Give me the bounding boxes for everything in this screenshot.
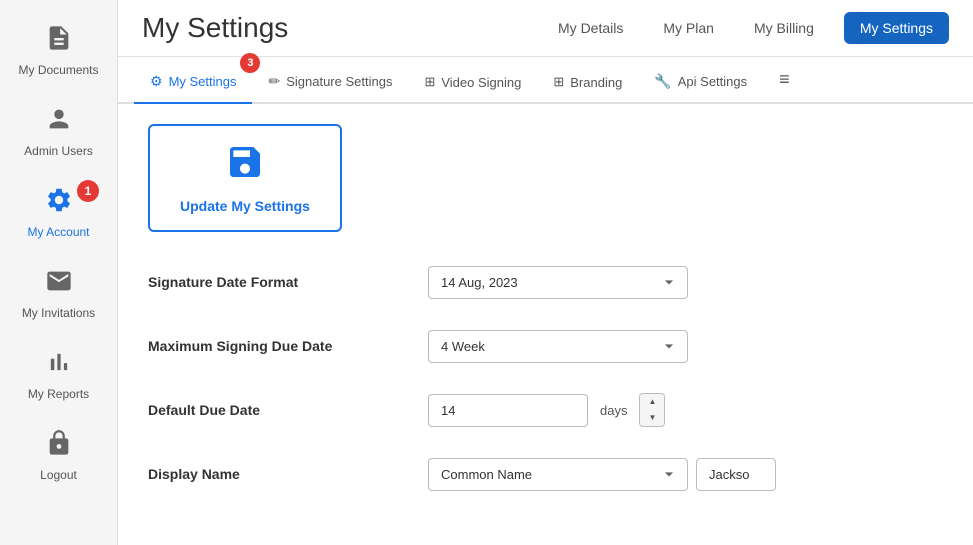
tab-signature-settings[interactable]: ✏ Signature Settings	[252, 61, 408, 104]
video-tab-icon: ⊞	[424, 74, 435, 90]
form-row-display-name: Display Name Common Name Full Name Usern…	[148, 452, 943, 496]
sidebar-label-my-documents: My Documents	[18, 63, 98, 77]
main-content: My Settings My Details My Plan My Billin…	[118, 0, 973, 545]
label-signature-date-format: Signature Date Format	[148, 274, 428, 290]
api-tab-icon: 🔧	[654, 73, 671, 90]
badge-1: 1	[77, 180, 99, 202]
spinner-up[interactable]: ▲	[640, 394, 664, 410]
days-suffix: days	[596, 403, 631, 418]
sidebar-item-logout[interactable]: Logout	[0, 415, 117, 496]
sidebar-item-admin-users[interactable]: Admin Users	[0, 91, 117, 172]
sidebar-label-my-invitations: My Invitations	[22, 306, 95, 320]
select-maximum-signing-due-date[interactable]: 4 Week 1 Week 2 Week 8 Week	[428, 330, 688, 363]
sidebar-item-my-invitations[interactable]: My Invitations	[0, 253, 117, 334]
control-maximum-signing-due-date: 4 Week 1 Week 2 Week 8 Week	[428, 330, 688, 363]
sidebar-item-my-reports[interactable]: My Reports	[0, 334, 117, 415]
my-account-icon	[45, 186, 73, 221]
spinner-control: ▲ ▼	[639, 393, 665, 427]
sidebar-label-my-reports: My Reports	[28, 387, 89, 401]
logout-icon	[45, 429, 73, 464]
header-nav: My Details My Plan My Billing My Setting…	[548, 12, 949, 44]
tab-branding[interactable]: ⊞ Branding	[537, 62, 638, 104]
my-reports-icon	[45, 348, 73, 383]
sidebar-item-my-account[interactable]: 1 My Account	[0, 172, 117, 253]
branding-tab-icon: ⊞	[553, 74, 564, 90]
tab-signature-settings-label: Signature Settings	[286, 74, 392, 89]
sidebar-item-my-documents[interactable]: My Documents	[0, 10, 117, 91]
my-invitations-icon	[45, 267, 73, 302]
tab-my-settings-label: My Settings	[169, 74, 237, 89]
sidebar-label-logout: Logout	[40, 468, 77, 482]
document-icon	[45, 24, 73, 59]
nav-my-settings[interactable]: My Settings	[844, 12, 949, 44]
nav-my-plan[interactable]: My Plan	[653, 14, 724, 42]
tab-bar: ⚙ My Settings 3 ✏ Signature Settings ⊞ V…	[118, 57, 973, 104]
update-button-label: Update My Settings	[180, 198, 310, 214]
control-signature-date-format: 14 Aug, 2023 08/14/2023 2023-08-14	[428, 266, 688, 299]
update-settings-button[interactable]: Update My Settings	[148, 124, 342, 232]
spinner-down[interactable]: ▼	[640, 410, 664, 426]
form-row-signature-date-format: Signature Date Format 14 Aug, 2023 08/14…	[148, 260, 943, 304]
tab-api-settings[interactable]: 🔧 Api Settings	[638, 61, 763, 104]
settings-content: Update My Settings Signature Date Format…	[118, 104, 973, 545]
tab-branding-label: Branding	[570, 75, 622, 90]
tab-api-settings-label: Api Settings	[678, 74, 747, 89]
page-header: My Settings My Details My Plan My Billin…	[118, 0, 973, 57]
control-display-name: Common Name Full Name Username	[428, 458, 776, 491]
label-maximum-signing-due-date: Maximum Signing Due Date	[148, 338, 428, 354]
tab-video-signing-label: Video Signing	[441, 75, 521, 90]
select-display-name[interactable]: Common Name Full Name Username	[428, 458, 688, 491]
page-title: My Settings	[142, 12, 288, 44]
nav-my-billing[interactable]: My Billing	[744, 14, 824, 42]
sidebar-label-admin-users: Admin Users	[24, 144, 93, 158]
settings-tab-icon: ⚙	[150, 73, 163, 90]
tab-my-settings[interactable]: ⚙ My Settings 3	[134, 61, 252, 104]
nav-my-details[interactable]: My Details	[548, 14, 633, 42]
label-display-name: Display Name	[148, 466, 428, 482]
tab-more[interactable]: ≡	[763, 57, 806, 104]
form-row-default-due-date: Default Due Date days ▲ ▼	[148, 388, 943, 432]
sidebar-label-my-account: My Account	[27, 225, 89, 239]
tab-video-signing[interactable]: ⊞ Video Signing	[408, 62, 537, 104]
input-default-due-date[interactable]	[428, 394, 588, 427]
control-default-due-date: days ▲ ▼	[428, 393, 665, 427]
form-row-maximum-signing-due-date: Maximum Signing Due Date 4 Week 1 Week 2…	[148, 324, 943, 368]
sidebar: My Documents Admin Users 1 My Account My…	[0, 0, 118, 545]
admin-users-icon	[45, 105, 73, 140]
display-name-text-input[interactable]	[696, 458, 776, 491]
label-default-due-date: Default Due Date	[148, 402, 428, 418]
signature-tab-icon: ✏	[268, 73, 280, 90]
save-icon	[225, 142, 265, 190]
select-signature-date-format[interactable]: 14 Aug, 2023 08/14/2023 2023-08-14	[428, 266, 688, 299]
